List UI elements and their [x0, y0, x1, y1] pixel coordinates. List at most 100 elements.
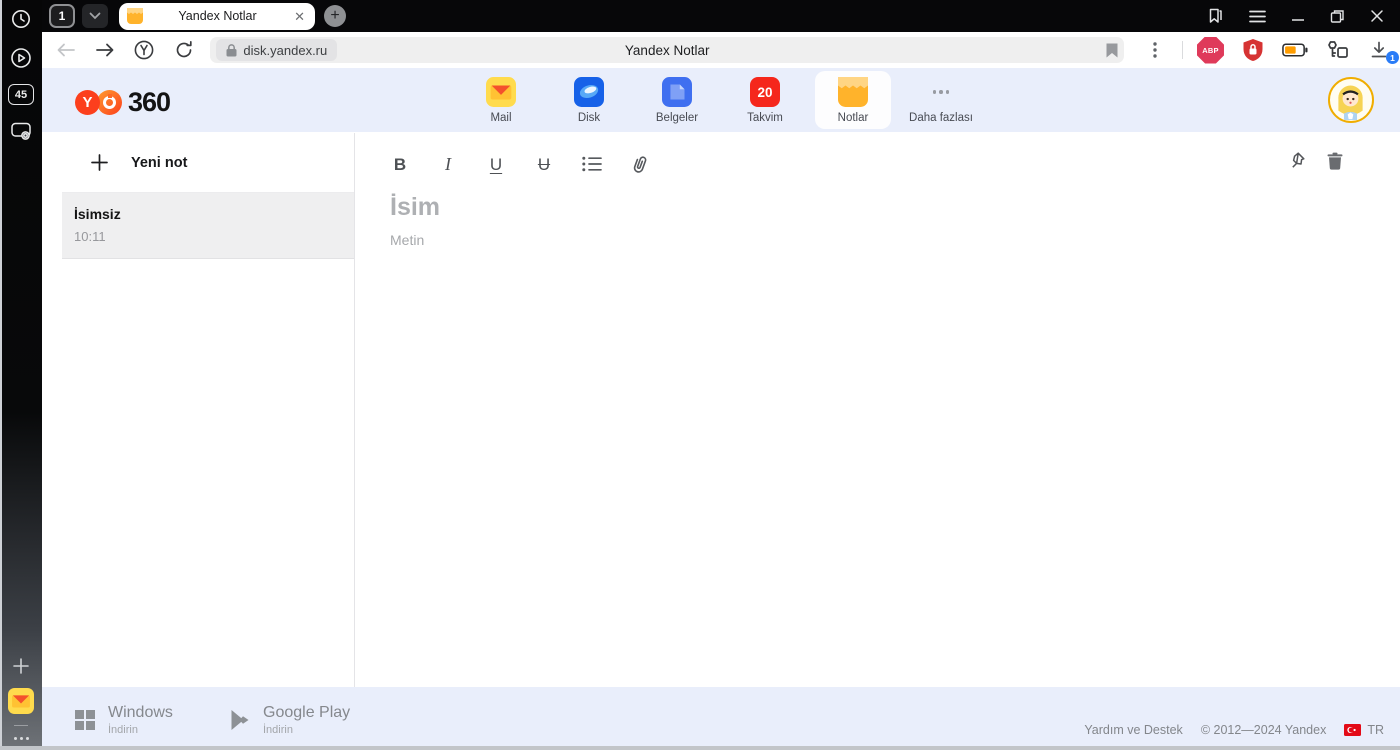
tab-bar: 1 Yandex Notlar ✕ + — [42, 0, 1400, 32]
store-subtitle: İndirin — [263, 724, 293, 736]
service-label: Belgeler — [655, 112, 699, 124]
notes-list-panel: Yeni not İsimsiz 10:11 — [62, 133, 355, 687]
bold-button[interactable]: B — [390, 156, 410, 173]
google-play-icon — [231, 710, 249, 730]
mail-shortcut-icon[interactable] — [8, 688, 34, 714]
adblock-extension-icon[interactable]: ABP — [1196, 36, 1224, 64]
notes-favicon — [127, 8, 143, 24]
google-play-download-link[interactable]: Google Play İndirin — [230, 704, 350, 736]
service-label: Mail — [490, 112, 512, 124]
format-toolbar: B I U U — [390, 151, 1345, 177]
service-more[interactable]: Daha fazlası — [903, 71, 979, 129]
protect-shield-icon[interactable] — [1240, 38, 1266, 62]
bookmark-icon[interactable] — [1106, 43, 1118, 58]
speed-score-badge[interactable]: 45 — [8, 84, 34, 105]
battery-icon[interactable] — [1282, 43, 1308, 57]
forward-icon[interactable] — [94, 39, 115, 61]
tab-close-icon[interactable]: ✕ — [292, 8, 307, 25]
tab-list-chevron-icon[interactable] — [82, 4, 108, 28]
plus-icon — [91, 154, 108, 171]
mail-app-icon — [486, 77, 516, 107]
italic-button[interactable]: I — [438, 155, 458, 173]
delete-note-button[interactable] — [1327, 152, 1343, 170]
downloads-icon[interactable]: 1 — [1366, 41, 1399, 64]
more-services-icon — [926, 77, 956, 107]
disk-app-icon — [574, 77, 604, 107]
service-calendar[interactable]: 20 Takvim — [727, 71, 803, 129]
browser-toolbar: disk.yandex.ru Yandex Notlar ABP 1 — [42, 32, 1400, 68]
page-footer: Windows İndirin Google Play İndirin Yard… — [42, 687, 1400, 746]
bookmarks-panel-icon[interactable] — [1206, 7, 1224, 25]
store-title: Google Play — [263, 704, 351, 721]
kebab-menu-icon[interactable] — [1142, 42, 1168, 58]
trash-icon — [1327, 152, 1343, 170]
sessions-play-icon[interactable] — [8, 45, 34, 71]
history-icon[interactable] — [8, 6, 34, 32]
note-time: 10:11 — [74, 229, 106, 244]
service-notes[interactable]: Notlar — [815, 71, 891, 129]
screenshot-icon[interactable] — [8, 118, 34, 144]
browser-sidebar: 45 — [0, 0, 42, 750]
language-switcher[interactable]: TR — [1344, 723, 1384, 737]
back-icon[interactable] — [55, 39, 76, 61]
store-subtitle: İndirin — [108, 724, 138, 736]
copyright-text: © 2012—2024 Yandex — [1200, 723, 1327, 737]
window-edge-left — [0, 0, 2, 750]
active-tab[interactable]: Yandex Notlar ✕ — [119, 2, 315, 30]
rail-more-icon[interactable] — [13, 737, 29, 740]
bullet-list-button[interactable] — [582, 156, 602, 172]
note-actions — [1286, 151, 1343, 171]
speed-score-value: 45 — [14, 88, 28, 101]
yandex-button-icon[interactable] — [133, 39, 155, 61]
service-docs[interactable]: Belgeler — [639, 71, 715, 129]
url-text: disk.yandex.ru — [243, 42, 328, 58]
docs-app-icon — [662, 77, 692, 107]
note-body-input[interactable]: Metin — [390, 232, 1345, 248]
service-label: Takvim — [747, 112, 783, 124]
toolbar-divider — [1181, 41, 1183, 59]
restore-icon[interactable] — [1330, 9, 1345, 24]
service-label: Daha fazlası — [909, 112, 973, 124]
user-avatar[interactable] — [1328, 77, 1374, 123]
minimize-icon[interactable] — [1291, 9, 1305, 23]
bullet-list-icon — [582, 156, 602, 172]
yandex360-header: Y 360 Mail Disk Belgeler 20 Takvim Notla… — [42, 68, 1400, 132]
window-edge-bottom — [0, 746, 1400, 750]
strikethrough-button[interactable]: U — [534, 156, 554, 173]
url-chip[interactable]: disk.yandex.ru — [216, 39, 338, 61]
underline-button[interactable]: U — [486, 156, 506, 173]
language-label: TR — [1367, 723, 1384, 737]
tab-counter[interactable]: 1 — [49, 4, 75, 28]
close-window-icon[interactable] — [1370, 9, 1384, 23]
rail-divider — [14, 725, 28, 726]
note-list-item[interactable]: İsimsiz 10:11 — [62, 192, 354, 259]
yandex-logo-y-icon: Y — [75, 90, 100, 115]
new-tab-button[interactable]: + — [324, 5, 346, 27]
attach-button[interactable] — [630, 154, 650, 174]
rail-add-icon[interactable] — [8, 653, 34, 679]
service-disk[interactable]: Disk — [551, 71, 627, 129]
store-title: Windows — [108, 704, 173, 721]
service-label: Disk — [577, 112, 601, 124]
password-manager-icon[interactable] — [1324, 40, 1350, 61]
omnibox-page-title: Yandex Notlar — [624, 42, 710, 58]
help-support-link[interactable]: Yardım ve Destek — [1084, 723, 1182, 737]
service-label: Notlar — [837, 112, 869, 124]
address-bar[interactable]: disk.yandex.ru Yandex Notlar — [210, 37, 1124, 63]
abp-label: ABP — [1202, 45, 1219, 55]
pin-icon — [1292, 152, 1305, 168]
service-mail[interactable]: Mail — [463, 71, 539, 129]
tab-title: Yandex Notlar — [178, 9, 257, 23]
tab-count-value: 1 — [58, 9, 66, 23]
menu-icon[interactable] — [1249, 10, 1266, 23]
services-nav: Mail Disk Belgeler 20 Takvim Notlar Daha… — [42, 68, 1400, 132]
lock-icon — [226, 43, 237, 56]
new-note-button[interactable]: Yeni not — [62, 133, 354, 192]
reload-icon[interactable] — [173, 39, 194, 61]
note-editor[interactable]: B I U U İsim Metin — [355, 133, 1385, 687]
calendar-day-number: 20 — [757, 84, 773, 100]
windows-download-link[interactable]: Windows İndirin — [75, 704, 173, 736]
note-title-input[interactable]: İsim — [390, 193, 1345, 222]
notes-app-icon — [838, 77, 868, 107]
pin-note-button[interactable] — [1286, 151, 1306, 171]
